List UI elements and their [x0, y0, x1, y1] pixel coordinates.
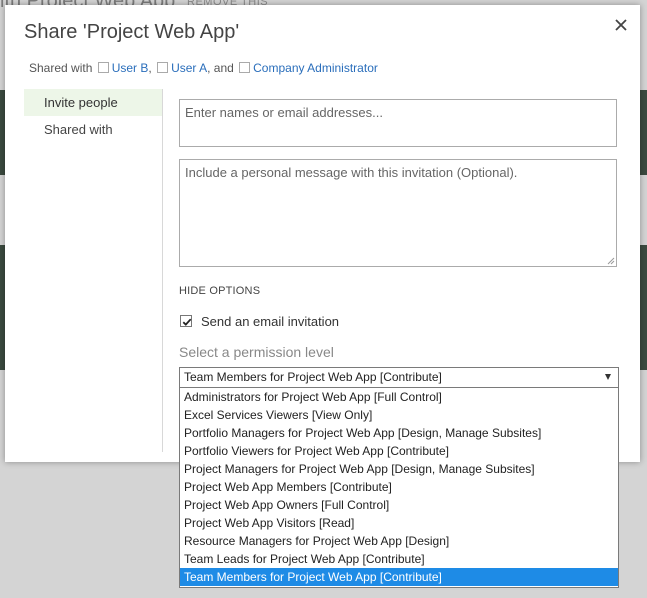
shared-with-summary: Shared with User B, User A, and Company …: [29, 61, 378, 75]
permission-option[interactable]: Project Web App Visitors [Read]: [180, 514, 618, 532]
permission-select[interactable]: Team Members for Project Web App [Contri…: [179, 367, 619, 388]
permission-option[interactable]: Project Web App Members [Contribute]: [180, 478, 618, 496]
permission-option[interactable]: Portfolio Viewers for Project Web App [C…: [180, 442, 618, 460]
close-icon: [615, 19, 627, 31]
permission-label: Select a permission level: [179, 344, 334, 360]
permission-option[interactable]: Excel Services Viewers [View Only]: [180, 406, 618, 424]
names-input[interactable]: Enter names or email addresses...: [179, 99, 617, 147]
send-email-label[interactable]: Send an email invitation: [201, 314, 339, 329]
shared-user-link[interactable]: User B: [112, 61, 149, 75]
send-email-checkbox[interactable]: [180, 315, 192, 327]
and-text: and: [213, 61, 234, 75]
shared-group-link[interactable]: Company Administrator: [253, 61, 378, 75]
user-icon: [157, 62, 169, 73]
hide-options-link[interactable]: HIDE OPTIONS: [179, 285, 260, 297]
permission-option[interactable]: Resource Managers for Project Web App [D…: [180, 532, 618, 550]
shared-with-prefix: Shared with: [29, 61, 93, 75]
permission-option-selected[interactable]: Team Members for Project Web App [Contri…: [180, 568, 618, 586]
message-placeholder: Include a personal message with this inv…: [185, 165, 518, 180]
group-icon: [239, 62, 251, 73]
user-icon: [97, 62, 109, 73]
message-input[interactable]: Include a personal message with this inv…: [179, 159, 617, 267]
permission-option[interactable]: Team Leads for Project Web App [Contribu…: [180, 550, 618, 568]
share-nav: Invite people Shared with: [24, 89, 163, 452]
nav-item-shared-with[interactable]: Shared with: [24, 116, 162, 143]
nav-item-invite-people[interactable]: Invite people: [24, 89, 162, 116]
permission-dropdown-list: Administrators for Project Web App [Full…: [179, 388, 619, 588]
checkmark-icon: [182, 318, 192, 326]
dialog-title: Share 'Project Web App': [24, 21, 240, 43]
dropdown-arrow-icon: [605, 374, 611, 380]
permission-option[interactable]: Administrators for Project Web App [Full…: [180, 388, 618, 406]
shared-user-link[interactable]: User A: [171, 61, 207, 75]
close-button[interactable]: [611, 15, 631, 35]
permission-option[interactable]: Portfolio Managers for Project Web App […: [180, 424, 618, 442]
permission-selected-value: Team Members for Project Web App [Contri…: [184, 370, 442, 384]
resize-grip-icon[interactable]: [607, 257, 615, 265]
permission-option[interactable]: Project Web App Owners [Full Control]: [180, 496, 618, 514]
permission-option[interactable]: Project Managers for Project Web App [De…: [180, 460, 618, 478]
